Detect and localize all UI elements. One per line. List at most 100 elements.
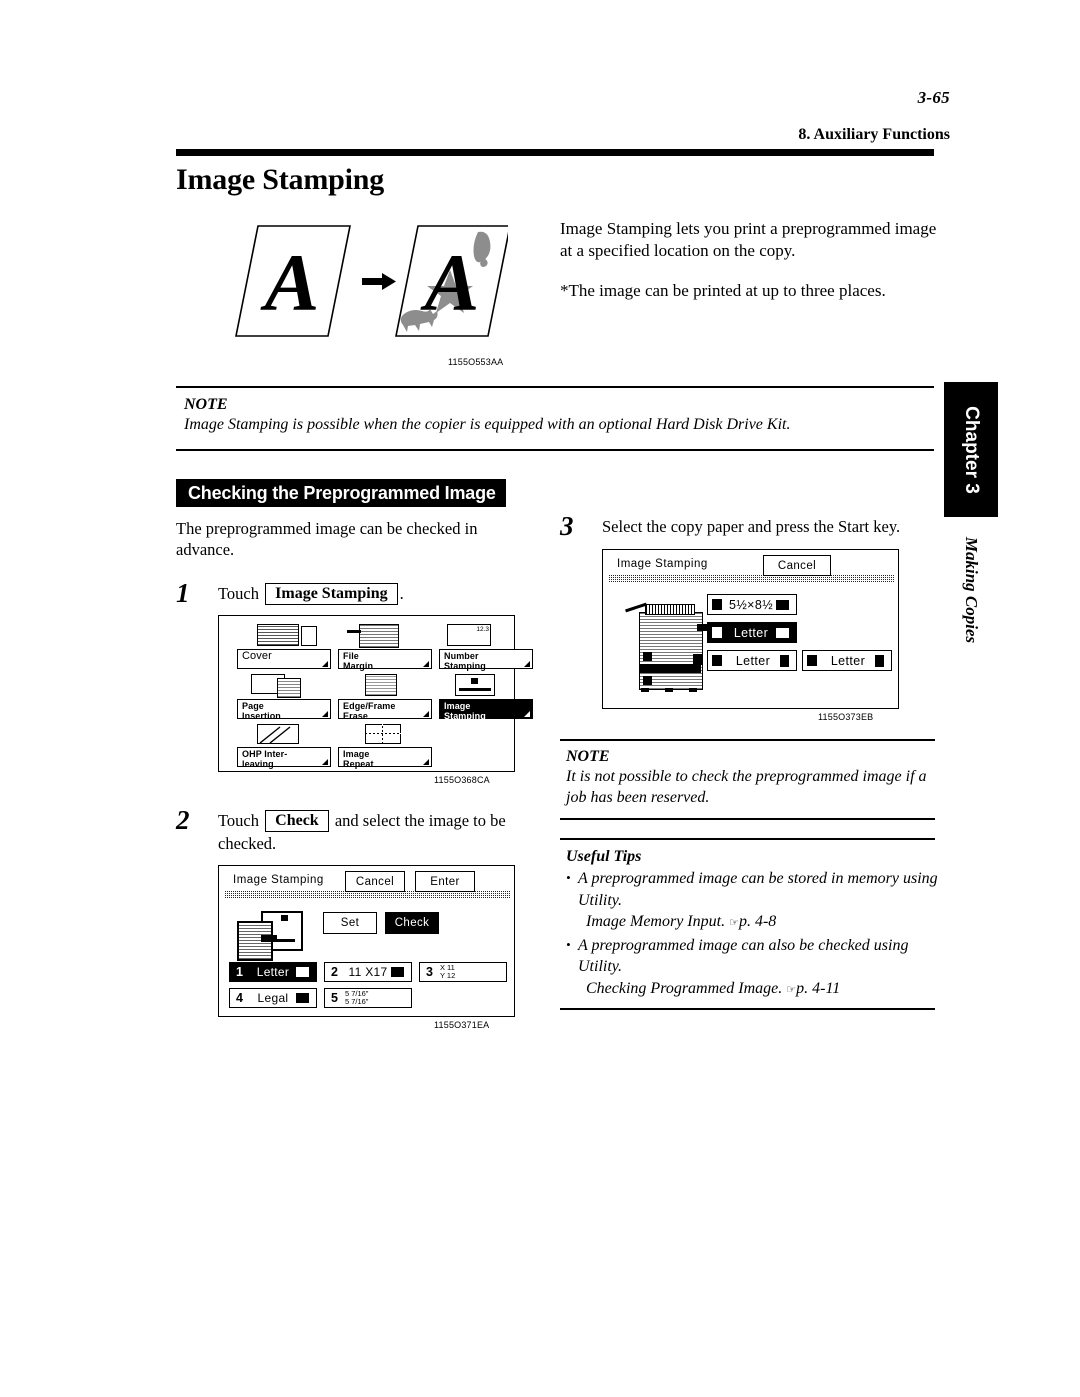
tray-button-4[interactable]: Letter	[802, 650, 892, 671]
feature-label: Number	[444, 651, 479, 661]
image-stamping-illustration: A A	[228, 218, 508, 348]
copier-adf-arm	[625, 602, 647, 613]
edge-frame-erase-icon	[365, 674, 397, 696]
list-item: A preprogrammed image can also be checke…	[566, 934, 938, 1002]
intro-footnote: *The image can be printed at up to three…	[560, 281, 886, 300]
pointing-hand-icon: ☞	[786, 983, 797, 996]
image-number: 2	[331, 965, 338, 979]
section-heading: Checking the Preprogrammed Image	[176, 479, 506, 507]
image-select-2[interactable]: 2 11 X17	[324, 962, 412, 982]
corner-marker	[322, 759, 328, 765]
svg-text:A: A	[260, 237, 320, 328]
file-margin-icon-arrow	[347, 630, 361, 633]
feature-label-2: Stamping	[444, 660, 486, 671]
step-2: 2 Touch Check and select the image to be…	[176, 805, 531, 855]
feature-button-edge-frame-erase[interactable]: Edge/Frame Erase	[338, 699, 432, 720]
feature-label: Image	[343, 749, 370, 759]
tray-number-icon	[712, 599, 722, 610]
step-1-text-after: .	[399, 584, 404, 603]
feature-button-number-stamping[interactable]: Number Stamping	[439, 649, 533, 671]
tray-button-3[interactable]: Letter	[707, 650, 797, 671]
step-1-text-before: Touch	[218, 584, 260, 603]
paper-landscape-icon	[296, 993, 309, 1003]
tip-ref-page: p. 4-8	[738, 913, 777, 930]
feature-label-2: leaving	[242, 758, 274, 769]
corner-marker	[524, 711, 530, 717]
tray-button-1[interactable]: 5½×8½	[707, 594, 797, 615]
paper-landscape-icon	[776, 599, 789, 610]
feature-button-ohp-interleaving[interactable]: OHP Inter- leaving	[237, 747, 331, 769]
useful-tips-block: Useful Tips A preprogrammed image can be…	[566, 848, 938, 1001]
step-2-screen[interactable]: Image Stamping Cancel Enter Set Check 1 …	[218, 865, 515, 1017]
image-icon-mark	[281, 915, 288, 921]
image-select-4[interactable]: 4 Legal	[229, 988, 317, 1008]
tip-text: A preprogrammed image can be stored in m…	[578, 870, 938, 909]
tip-ref-title: Image Memory Input.	[586, 913, 726, 930]
image-dim-2: 5 7/16"	[344, 997, 369, 1006]
copier-foot-3	[689, 688, 697, 692]
note-body: Image Stamping is possible when the copi…	[184, 416, 791, 433]
feature-button-file-margin[interactable]: File Margin	[338, 649, 432, 671]
copier-foot-1	[641, 688, 649, 692]
corner-marker	[524, 661, 530, 667]
step-3-text: Select the copy paper and press the Star…	[602, 517, 901, 536]
figure-code-step-2: 1155O371EA	[434, 1020, 490, 1030]
enter-button[interactable]: Enter	[415, 871, 475, 892]
tray-label: 5½×8½	[728, 597, 774, 612]
corner-marker	[322, 661, 328, 667]
tips-list: A preprogrammed image can be stored in m…	[566, 867, 938, 1002]
screen-title-band	[609, 575, 894, 582]
image-coords: X 11 Y 12	[440, 964, 506, 980]
image-select-3[interactable]: 3 X 11 Y 12	[419, 962, 507, 982]
cancel-button[interactable]: Cancel	[345, 871, 405, 892]
copier-bypass-tray	[693, 654, 703, 665]
feature-label: Image	[444, 701, 471, 711]
feature-button-image-repeat[interactable]: Image Repeat	[338, 747, 432, 769]
feature-button-page-insertion[interactable]: Page Insertion	[237, 699, 331, 720]
tips-label: Useful Tips	[566, 848, 642, 865]
copier-foot-2	[665, 688, 673, 692]
check-keycap[interactable]: Check	[265, 810, 329, 832]
feature-button-cover[interactable]: Cover	[237, 649, 331, 669]
image-number: 5	[331, 991, 338, 1005]
left-column: The preprogrammed image can be checked i…	[176, 518, 533, 1030]
note-label: NOTE	[566, 748, 610, 765]
illustration-svg: A A	[235, 225, 508, 337]
copier-tray-3	[643, 676, 652, 685]
screen-title-band	[225, 891, 510, 898]
intro-paragraph: Image Stamping lets you print a preprogr…	[560, 219, 937, 260]
image-label: Legal	[257, 991, 289, 1005]
image-stamping-keycap[interactable]: Image Stamping	[265, 583, 398, 605]
tray-button-2[interactable]: Letter	[707, 622, 797, 643]
page-number: 3-65	[917, 88, 950, 107]
right-column: 3 Select the copy paper and press the St…	[560, 511, 935, 722]
step-3-screen[interactable]: Image Stamping Cancel 5½×8½ Letter Lette…	[602, 549, 899, 709]
step-1-text: Touch Image Stamping.	[218, 582, 531, 605]
feature-label-2: Margin	[343, 660, 374, 671]
check-button[interactable]: Check	[385, 912, 439, 934]
screen-title: Image Stamping	[617, 558, 708, 570]
corner-marker	[322, 711, 328, 717]
number-stamping-icon-value: 12.3	[467, 626, 489, 635]
image-select-5[interactable]: 5 5 7/16" 5 7/16"	[324, 988, 412, 1008]
tray-label: Letter	[830, 653, 866, 668]
corner-marker	[423, 759, 429, 765]
tip-reference: Checking Programmed Image. ☞p. 4-11	[578, 978, 938, 1002]
set-button[interactable]: Set	[323, 912, 377, 934]
feature-label-2: Repeat	[343, 758, 374, 769]
tip-ref-page: p. 4-11	[796, 979, 841, 997]
figure-code-step-1: 1155O368CA	[434, 775, 490, 785]
section-tab-label: Making Copies	[962, 536, 981, 644]
note-rule-top	[176, 386, 934, 388]
intro-text: Image Stamping lets you print a preprogr…	[560, 218, 940, 320]
tip-text: A preprogrammed image can also be checke…	[578, 936, 909, 976]
cancel-button[interactable]: Cancel	[763, 555, 831, 576]
image-select-1[interactable]: 1 Letter	[229, 962, 317, 982]
ohp-interleaving-icon	[257, 724, 299, 744]
note-rule-bottom	[176, 449, 934, 451]
step-1-screen[interactable]: 12.3 Cover File Margin Number Stamping P…	[218, 615, 533, 772]
feature-button-image-stamping[interactable]: Image Stamping	[439, 699, 533, 720]
tray-number-icon	[712, 627, 722, 638]
note-rule-bottom	[560, 818, 935, 820]
image-label: 11 X17	[348, 965, 388, 979]
